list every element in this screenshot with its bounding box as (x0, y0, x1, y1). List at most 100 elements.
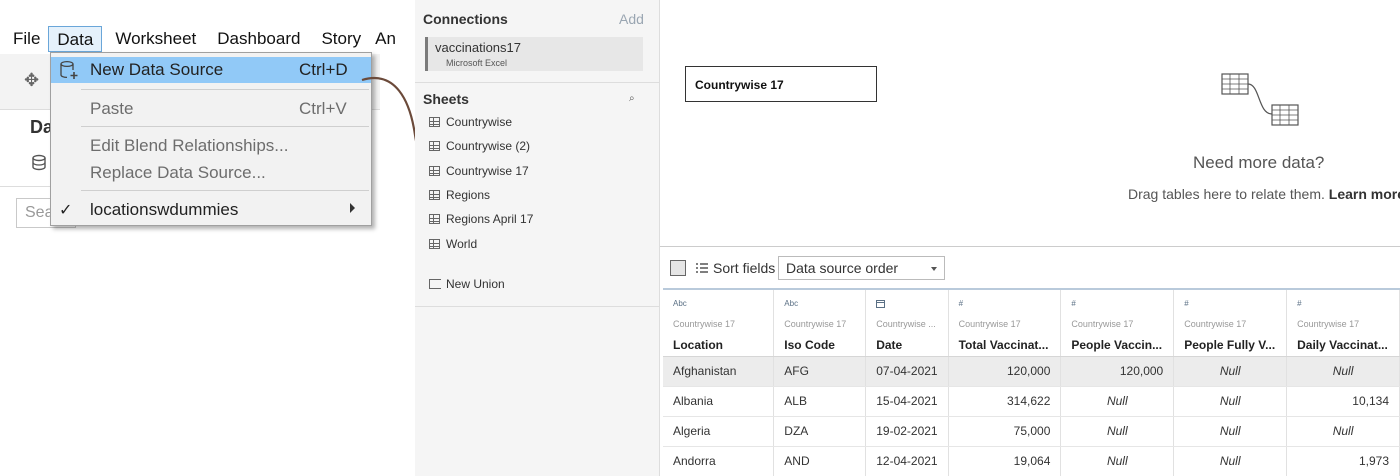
need-more-data-title: Need more data? (1193, 153, 1325, 172)
column-source: Countrywise 17 (1184, 319, 1247, 329)
menu-item-replace-data-source[interactable]: Replace Data Source... (51, 160, 371, 186)
connection-name: vaccinations17 (435, 40, 521, 55)
table-cell: 1,973 (1286, 446, 1400, 476)
connections-title: Connections (423, 11, 508, 27)
column-source: Countrywise 17 (1071, 319, 1134, 329)
sheet-item-countrywise-2[interactable]: Countrywise (2) (429, 139, 530, 159)
search-icon[interactable]: ⌕ (629, 93, 635, 104)
table-cell: AFG (773, 356, 867, 387)
column-header-people-vaccinated[interactable]: # Countrywise 17 People Vaccin... (1060, 290, 1175, 357)
drag-hint-text: Drag tables here to relate them. (1128, 186, 1329, 202)
canvas-table-card[interactable]: Countrywise 17 (685, 66, 877, 102)
table-row[interactable]: Andorra AND 12-04-2021 19,064 Null Null … (663, 446, 1400, 476)
column-name: Daily Vaccinat... (1297, 338, 1388, 352)
table-cell: Null (1173, 446, 1288, 476)
menu-separator (81, 190, 369, 191)
table-cell: Null (1286, 416, 1400, 447)
column-header-date[interactable]: Countrywise ... Date (865, 290, 949, 357)
table-cell: Null (1060, 386, 1175, 417)
table-cell: 314,622 (948, 386, 1062, 417)
data-source-sidebar: Connections Add vaccinations17 Microsoft… (415, 0, 660, 476)
column-source: Countrywise 17 (673, 319, 736, 329)
column-name: Iso Code (784, 338, 835, 352)
column-header-iso-code[interactable]: Abc Countrywise 17 Iso Code (773, 290, 867, 357)
menu-item-edit-blend-relationships[interactable]: Edit Blend Relationships... (51, 133, 371, 159)
sheet-label: Countrywise 17 (446, 164, 529, 178)
menu-worksheet[interactable]: Worksheet (102, 26, 204, 52)
table-icon (429, 214, 440, 224)
sheet-label: Regions April 17 (446, 212, 534, 226)
table-row[interactable]: Afghanistan AFG 07-04-2021 120,000 120,0… (663, 356, 1400, 387)
database-add-icon (60, 60, 78, 79)
column-name: People Vaccin... (1071, 338, 1163, 352)
table-icon (429, 166, 440, 176)
column-name: Location (673, 338, 723, 352)
table-cell: DZA (773, 416, 867, 447)
database-icon[interactable] (30, 153, 50, 173)
new-union-item[interactable]: New Union (429, 277, 505, 291)
menu-dashboard[interactable]: Dashboard (204, 26, 308, 52)
number-type-icon[interactable]: # (1071, 299, 1163, 311)
column-source: Countrywise 17 (784, 319, 847, 329)
number-type-icon[interactable]: # (1297, 299, 1389, 311)
menu-item-locationswdummies[interactable]: ✓ locationswdummies (51, 197, 371, 223)
table-cell: 75,000 (948, 416, 1062, 447)
menu-separator (81, 89, 369, 90)
tableau-worksheet-view: File Data Worksheet Dashboard Story An ✥… (0, 0, 415, 476)
sheet-item-regions[interactable]: Regions (429, 188, 490, 208)
move-icon[interactable]: ✥ (24, 70, 44, 90)
check-icon: ✓ (59, 202, 73, 219)
column-header-daily-vaccinations[interactable]: # Countrywise 17 Daily Vaccinat... (1286, 290, 1400, 357)
add-connection-link[interactable]: Add (619, 11, 644, 27)
sheet-item-countrywise-17[interactable]: Countrywise 17 (429, 164, 529, 184)
column-source: Countrywise 17 (1297, 319, 1360, 329)
menu-data[interactable]: Data (48, 26, 103, 52)
union-icon (429, 279, 441, 289)
divider (660, 246, 1400, 247)
sort-fields-select[interactable]: Data source order (778, 256, 945, 280)
learn-more-link[interactable]: Learn more (1329, 186, 1400, 202)
divider (415, 306, 660, 307)
table-cell: Albania (663, 386, 775, 417)
list-view-icon[interactable] (694, 260, 710, 276)
sheet-item-world[interactable]: World (429, 237, 477, 257)
sheet-label: Regions (446, 188, 491, 202)
table-row[interactable]: Albania ALB 15-04-2021 314,622 Null Null… (663, 386, 1400, 417)
table-cell: 120,000 (1060, 356, 1175, 387)
table-cell: Andorra (663, 446, 775, 476)
menu-item-label: Replace Data Source... (90, 163, 266, 182)
sort-fields-value: Data source order (786, 260, 899, 276)
column-header-location[interactable]: Abc Countrywise 17 Location (663, 290, 775, 357)
menu-file[interactable]: File (0, 26, 48, 52)
column-header-people-fully-vaccinated[interactable]: # Countrywise 17 People Fully V... (1173, 290, 1288, 357)
string-type-icon[interactable]: Abc (673, 299, 763, 311)
table-row[interactable]: Algeria DZA 19-02-2021 75,000 Null Null … (663, 416, 1400, 447)
string-type-icon[interactable]: Abc (784, 299, 855, 311)
connection-item[interactable]: vaccinations17 Microsoft Excel (425, 37, 643, 71)
canvas-table-name: Countrywise 17 (695, 78, 784, 92)
table-cell: Afghanistan (663, 356, 775, 387)
sheet-item-regions-april-17[interactable]: Regions April 17 (429, 212, 533, 232)
menu-item-paste[interactable]: Paste Ctrl+V (51, 96, 371, 122)
table-cell: Null (1173, 356, 1288, 387)
grid-view-icon[interactable] (670, 260, 686, 276)
calendar-icon[interactable] (876, 299, 937, 311)
grid-header-row: Abc Countrywise 17 Location Abc Countrywise… (663, 290, 1400, 357)
menu-analysis[interactable]: An (369, 26, 404, 52)
number-type-icon[interactable]: # (1184, 299, 1276, 311)
table-cell: 120,000 (948, 356, 1062, 387)
table-icon (429, 141, 440, 151)
table-cell: Algeria (663, 416, 775, 447)
sheet-label: Countrywise (446, 115, 513, 129)
sheet-item-countrywise[interactable]: Countrywise (429, 115, 512, 135)
menu-story[interactable]: Story (308, 26, 369, 52)
menu-item-label: Edit Blend Relationships... (90, 136, 289, 155)
column-header-total-vaccinations[interactable]: # Countrywise 17 Total Vaccinat... (948, 290, 1062, 357)
table-cell: AND (773, 446, 867, 476)
menu-item-new-data-source[interactable]: New Data Source Ctrl+D (51, 57, 371, 83)
menu-item-label: Paste (90, 99, 134, 118)
new-union-label: New Union (446, 277, 505, 291)
table-cell: 07-04-2021 (865, 356, 949, 387)
number-type-icon[interactable]: # (959, 299, 1051, 311)
column-name: People Fully V... (1184, 338, 1276, 352)
